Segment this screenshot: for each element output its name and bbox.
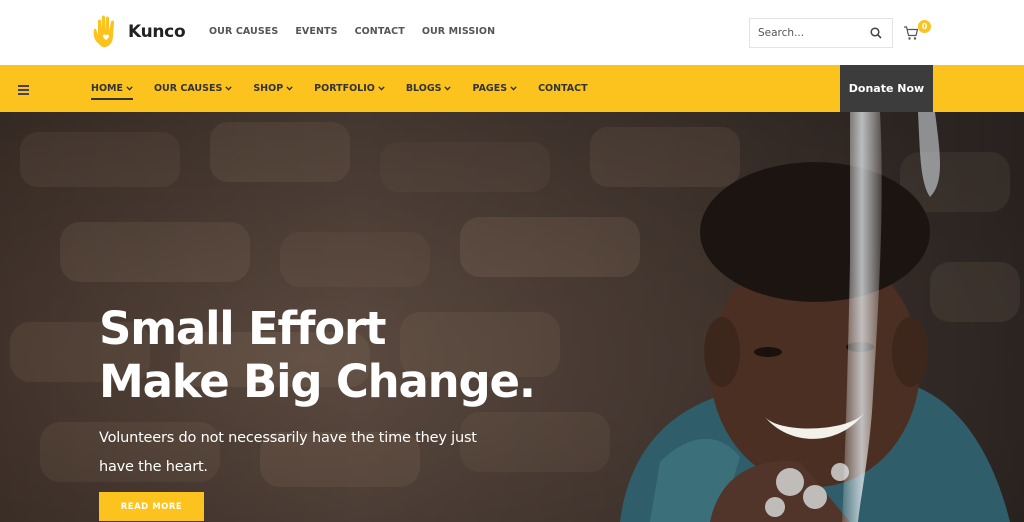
menu-item-label: PORTFOLIO	[314, 83, 375, 94]
menu-item-label: BLOGS	[405, 83, 442, 94]
search-box	[749, 18, 893, 48]
logo[interactable]: Kunco	[90, 14, 186, 50]
read-more-button[interactable]: READ MORE	[99, 492, 204, 521]
menu-item-our-causes[interactable]: OUR CAUSES	[153, 65, 233, 112]
cart-icon[interactable]	[903, 25, 919, 41]
menu-item-shop[interactable]: SHOP	[253, 65, 293, 112]
menu-item-portfolio[interactable]: PORTFOLIO	[314, 65, 385, 112]
hero-title-line-2: Make Big Change.	[99, 355, 536, 408]
chevron-down-icon	[225, 86, 233, 91]
topnav-our-causes[interactable]: OUR CAUSES	[209, 26, 278, 37]
chevron-down-icon	[378, 86, 385, 91]
menu-item-contact[interactable]: CONTACT	[538, 65, 588, 112]
topnav-contact[interactable]: CONTACT	[355, 26, 405, 37]
logo-text: Kunco	[128, 22, 186, 42]
cart-count-badge: 0	[918, 20, 931, 33]
menu-item-label: CONTACT	[538, 83, 588, 94]
main-menu: HOME OUR CAUSES SHOP PORTFOLIO BLOGS PAG…	[91, 65, 609, 112]
search-icon[interactable]	[870, 27, 882, 39]
top-nav: OUR CAUSES EVENTS CONTACT OUR MISSION	[209, 26, 495, 37]
hero-title: Small Effort Make Big Change.	[99, 302, 536, 408]
menu-item-label: PAGES	[472, 83, 508, 94]
menu-item-label: HOME	[91, 83, 123, 94]
hand-heart-icon	[93, 15, 114, 48]
main-nav: HOME OUR CAUSES SHOP PORTFOLIO BLOGS PAG…	[0, 65, 1024, 112]
hero-title-line-1: Small Effort	[99, 302, 386, 355]
hamburger-icon[interactable]	[18, 85, 29, 95]
chevron-down-icon	[286, 86, 293, 91]
topnav-our-mission[interactable]: OUR MISSION	[422, 26, 495, 37]
donate-now-button[interactable]: Donate Now	[840, 65, 933, 112]
menu-item-blogs[interactable]: BLOGS	[406, 65, 452, 112]
chevron-down-icon	[510, 86, 517, 91]
menu-item-pages[interactable]: PAGES	[472, 65, 517, 112]
menu-item-label: SHOP	[253, 83, 284, 94]
top-header: Kunco OUR CAUSES EVENTS CONTACT OUR MISS…	[0, 0, 1024, 65]
topnav-events[interactable]: EVENTS	[295, 26, 337, 37]
chevron-down-icon	[126, 86, 133, 91]
menu-item-home[interactable]: HOME	[91, 65, 133, 112]
chevron-down-icon	[444, 86, 452, 91]
search-input[interactable]	[750, 20, 860, 46]
menu-item-label: OUR CAUSES	[153, 83, 223, 94]
hero-banner: Small Effort Make Big Change. Volunteers…	[0, 112, 1024, 522]
hero-subtitle: Volunteers do not necessarily have the t…	[99, 430, 477, 475]
